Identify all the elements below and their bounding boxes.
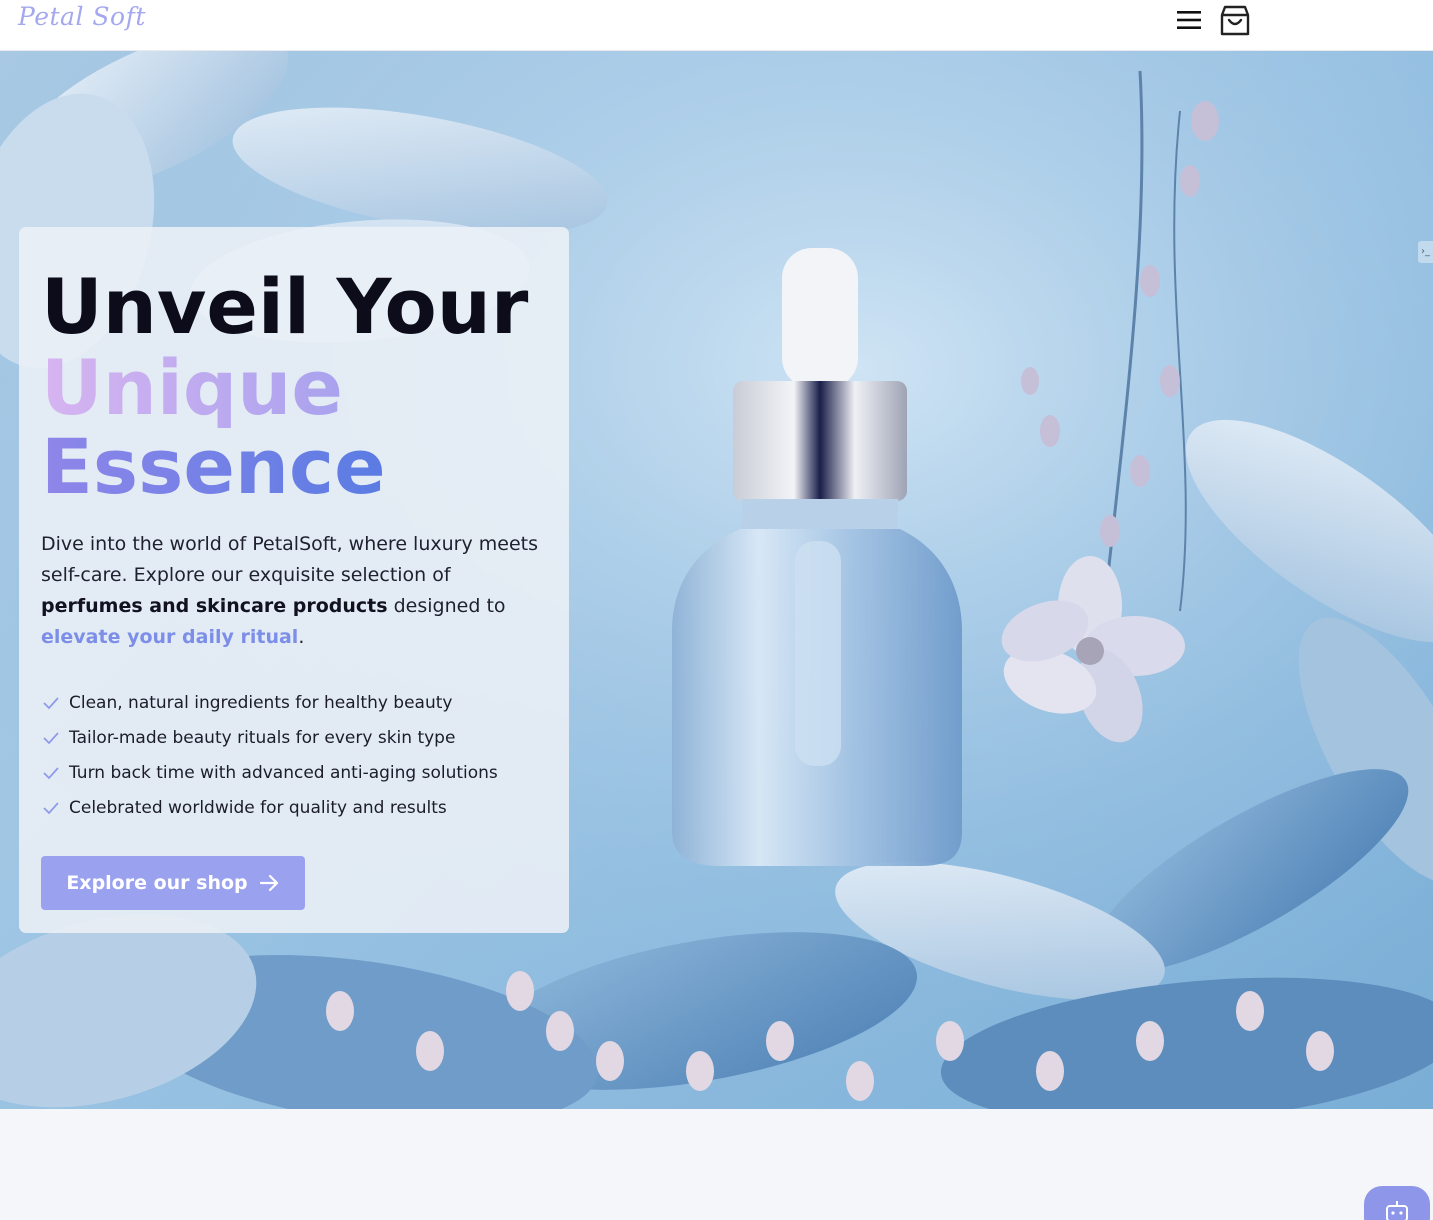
- feature-item: Celebrated worldwide for quality and res…: [41, 790, 498, 825]
- check-icon: [43, 731, 59, 744]
- next-section: [0, 1109, 1433, 1220]
- headline-line-2: Unique: [41, 343, 343, 432]
- feature-text: Turn back time with advanced anti-aging …: [69, 762, 498, 783]
- explore-shop-button[interactable]: Explore our shop: [41, 856, 305, 910]
- headline-line-1: Unveil Your: [41, 262, 529, 351]
- feature-text: Clean, natural ingredients for healthy b…: [69, 692, 453, 713]
- hero-description: Dive into the world of PetalSoft, where …: [41, 529, 551, 653]
- check-icon: [43, 766, 59, 779]
- feature-text: Celebrated worldwide for quality and res…: [69, 797, 447, 818]
- hero-section: Unveil Your Unique Essence Dive into the…: [0, 51, 1433, 1109]
- feature-list: Clean, natural ingredients for healthy b…: [41, 685, 498, 825]
- check-icon: [43, 801, 59, 814]
- explore-shop-label: Explore our shop: [66, 872, 248, 894]
- headline-line-3: Essence: [41, 422, 386, 511]
- arrow-right-icon: [259, 874, 278, 892]
- description-part-1: Dive into the world of PetalSoft, where …: [41, 533, 538, 586]
- site-header: Petal Soft: [0, 0, 1433, 51]
- description-end: .: [298, 626, 305, 648]
- description-part-2: designed to: [387, 595, 506, 617]
- robot-icon: [1386, 1201, 1408, 1220]
- hamburger-menu-icon[interactable]: [1176, 8, 1202, 32]
- chat-assistant-button[interactable]: [1364, 1186, 1430, 1220]
- check-icon: [43, 696, 59, 709]
- feature-text: Tailor-made beauty rituals for every ski…: [69, 727, 456, 748]
- feature-item: Turn back time with advanced anti-aging …: [41, 755, 498, 790]
- feature-item: Tailor-made beauty rituals for every ski…: [41, 720, 498, 755]
- description-strong: perfumes and skincare products: [41, 595, 388, 617]
- side-panel-tab[interactable]: ›_: [1418, 241, 1433, 263]
- description-accent: elevate your daily ritual: [41, 626, 299, 648]
- logo[interactable]: Petal Soft: [18, 2, 146, 31]
- feature-item: Clean, natural ingredients for healthy b…: [41, 685, 498, 720]
- hero-content-card: Unveil Your Unique Essence Dive into the…: [19, 227, 569, 933]
- shopping-bag-icon[interactable]: [1219, 3, 1251, 37]
